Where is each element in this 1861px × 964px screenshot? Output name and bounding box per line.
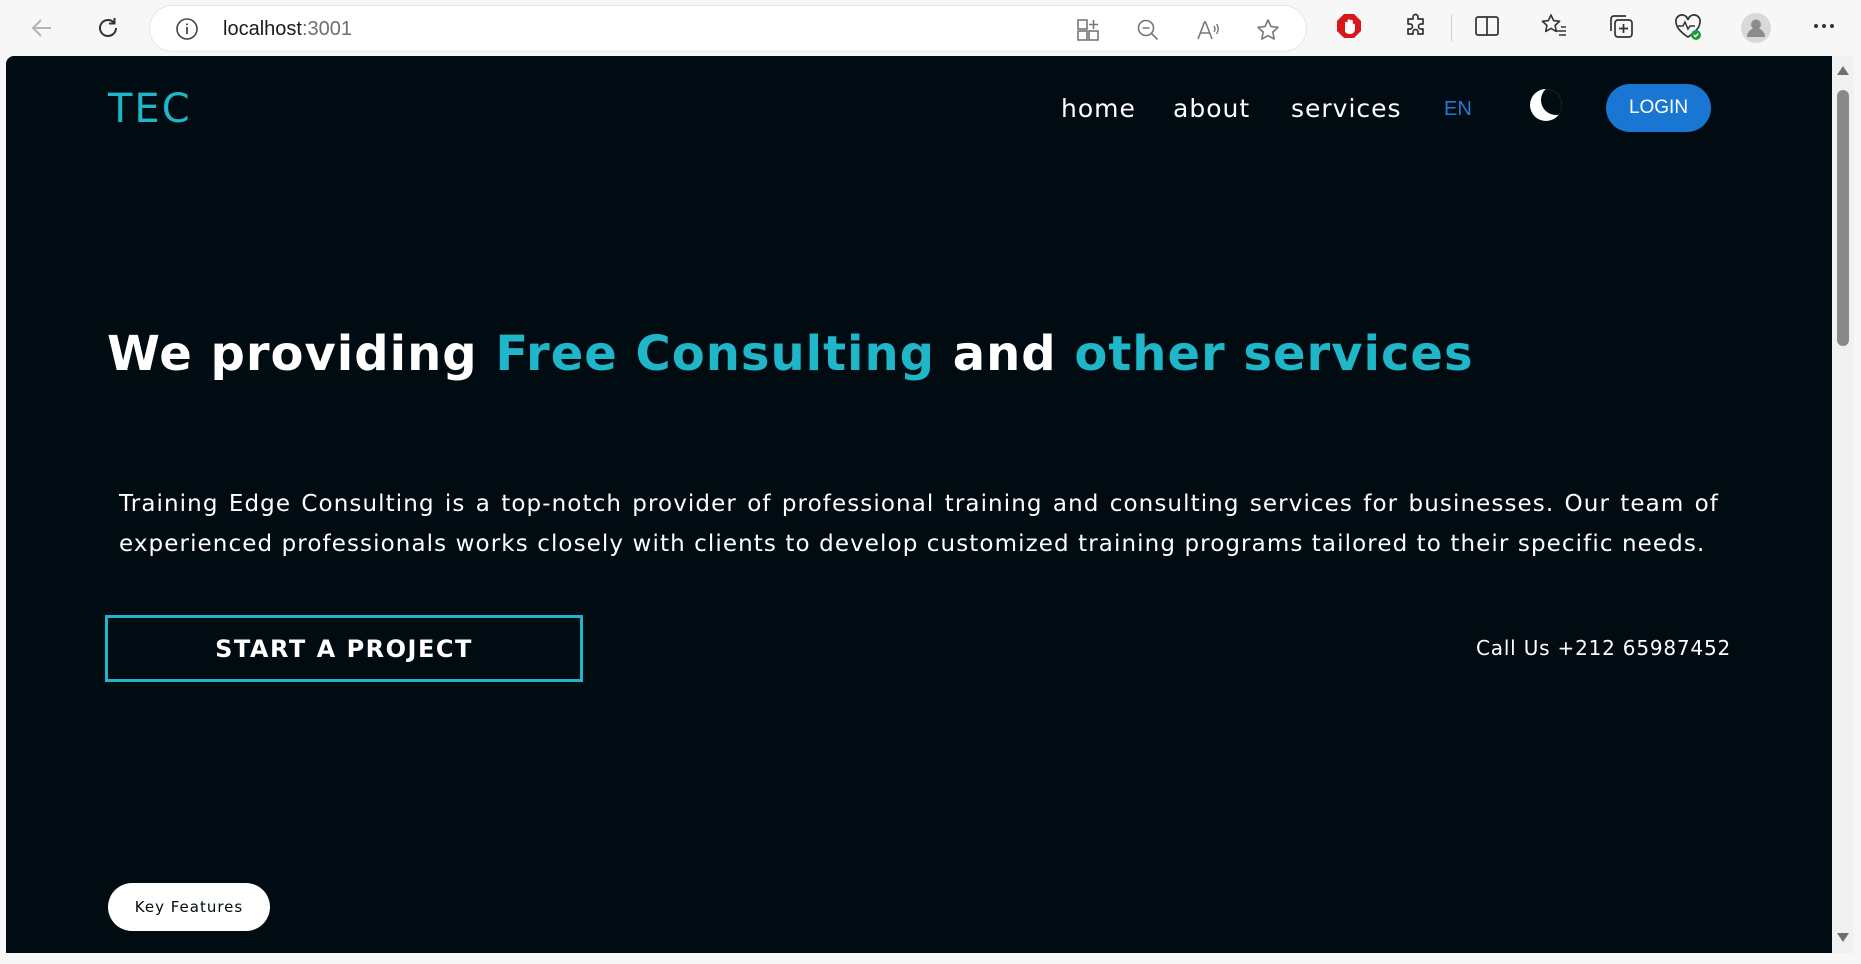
scrollbar-thumb[interactable] — [1837, 90, 1849, 346]
read-aloud-icon[interactable] — [1195, 17, 1221, 47]
app-available-icon[interactable] — [1075, 17, 1101, 47]
browser-essentials-icon[interactable] — [1673, 12, 1703, 46]
hero-title-part-2: and — [935, 326, 1075, 382]
start-project-button[interactable]: START A PROJECT — [105, 615, 583, 682]
toolbar-separator — [1451, 15, 1452, 41]
window-bottom-edge — [0, 953, 1861, 964]
call-us-text: Call Us +212 65987452 — [1476, 636, 1731, 660]
nav-services[interactable]: services — [1291, 94, 1402, 123]
profile-icon[interactable] — [1740, 12, 1772, 48]
hero-title-accent-1: Free Consulting — [495, 326, 936, 382]
language-switch[interactable]: EN — [1444, 98, 1472, 121]
puzzle-icon[interactable] — [1402, 12, 1430, 44]
site-logo[interactable]: TEC — [108, 86, 192, 132]
page-viewport: TEC home about services EN LOGIN We prov… — [6, 56, 1832, 953]
more-icon[interactable] — [1810, 12, 1838, 44]
login-button[interactable]: LOGIN — [1606, 84, 1711, 132]
info-icon[interactable] — [175, 17, 199, 45]
favorites-icon[interactable] — [1540, 12, 1568, 44]
moon-icon[interactable] — [1530, 89, 1562, 121]
nav-about[interactable]: about — [1173, 94, 1250, 123]
hero-title-part-1: We providing — [107, 326, 496, 382]
collections-icon[interactable] — [1607, 12, 1635, 44]
scroll-up-icon[interactable] — [1837, 66, 1849, 75]
key-features-pill[interactable]: Key Features — [108, 883, 270, 931]
hero-title-accent-2: other services — [1074, 326, 1474, 382]
zoom-out-icon[interactable] — [1135, 17, 1161, 47]
hero-description: Training Edge Consulting is a top-notch … — [119, 491, 1719, 557]
split-screen-icon[interactable] — [1473, 12, 1501, 44]
scroll-down-icon[interactable] — [1837, 933, 1849, 942]
hero-title: We providing Free Consulting and other s… — [107, 326, 1707, 382]
address-bar[interactable]: localhost:3001 — [150, 6, 1306, 51]
refresh-icon[interactable] — [90, 10, 126, 46]
adblock-icon[interactable] — [1335, 12, 1363, 44]
url-text[interactable]: localhost:3001 — [223, 18, 352, 41]
browser-chrome: localhost:3001 — [0, 0, 1861, 56]
url-port: :3001 — [301, 18, 352, 40]
url-host: localhost — [223, 18, 302, 40]
nav-home[interactable]: home — [1061, 94, 1136, 123]
star-icon[interactable] — [1255, 17, 1281, 47]
back-arrow-icon[interactable] — [24, 10, 60, 46]
page-scrollbar[interactable] — [1832, 56, 1854, 953]
